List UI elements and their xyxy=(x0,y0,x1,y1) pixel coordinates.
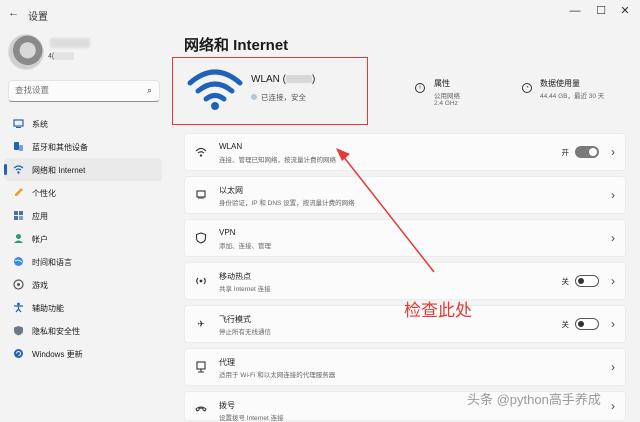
annotation-text: 检查此处 xyxy=(404,301,472,320)
watermark: 头条 @python高手养成 xyxy=(467,392,601,407)
annotation-arrow xyxy=(336,148,435,273)
